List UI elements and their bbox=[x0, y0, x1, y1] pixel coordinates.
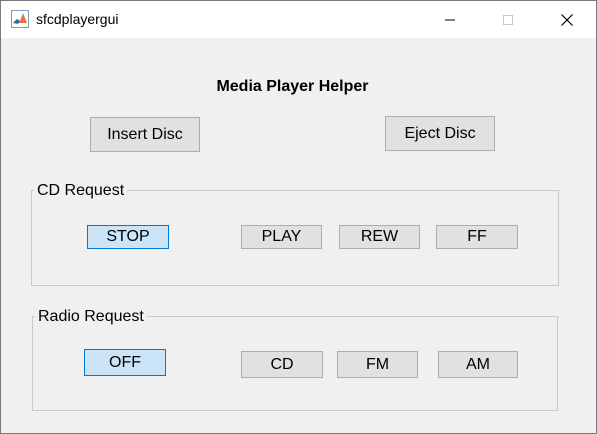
matlab-icon bbox=[11, 10, 29, 28]
radio-request-title: Radio Request bbox=[35, 308, 147, 326]
cd-request-title: CD Request bbox=[34, 182, 128, 200]
page-title: Media Player Helper bbox=[216, 78, 369, 95]
insert-disc-button[interactable]: Insert Disc bbox=[90, 117, 200, 152]
maximize-icon bbox=[503, 14, 513, 25]
close-icon bbox=[561, 13, 573, 26]
app-window: sfcdplayergui Media Player Helper Insert… bbox=[0, 0, 597, 434]
cd-stop-button[interactable]: STOP bbox=[87, 225, 169, 249]
eject-disc-button[interactable]: Eject Disc bbox=[385, 116, 495, 151]
minimize-button[interactable] bbox=[427, 1, 473, 38]
radio-am-button[interactable]: AM bbox=[438, 351, 518, 378]
window-title: sfcdplayergui bbox=[36, 11, 119, 27]
close-button[interactable] bbox=[544, 1, 590, 38]
maximize-button[interactable] bbox=[485, 1, 531, 38]
cd-play-button[interactable]: PLAY bbox=[241, 225, 322, 249]
title-bar[interactable]: sfcdplayergui bbox=[1, 1, 596, 38]
radio-off-button[interactable]: OFF bbox=[84, 349, 166, 376]
cd-ff-button[interactable]: FF bbox=[436, 225, 518, 249]
radio-fm-button[interactable]: FM bbox=[337, 351, 418, 378]
radio-cd-button[interactable]: CD bbox=[241, 351, 323, 378]
minimize-icon bbox=[445, 19, 455, 20]
cd-rew-button[interactable]: REW bbox=[339, 225, 420, 249]
